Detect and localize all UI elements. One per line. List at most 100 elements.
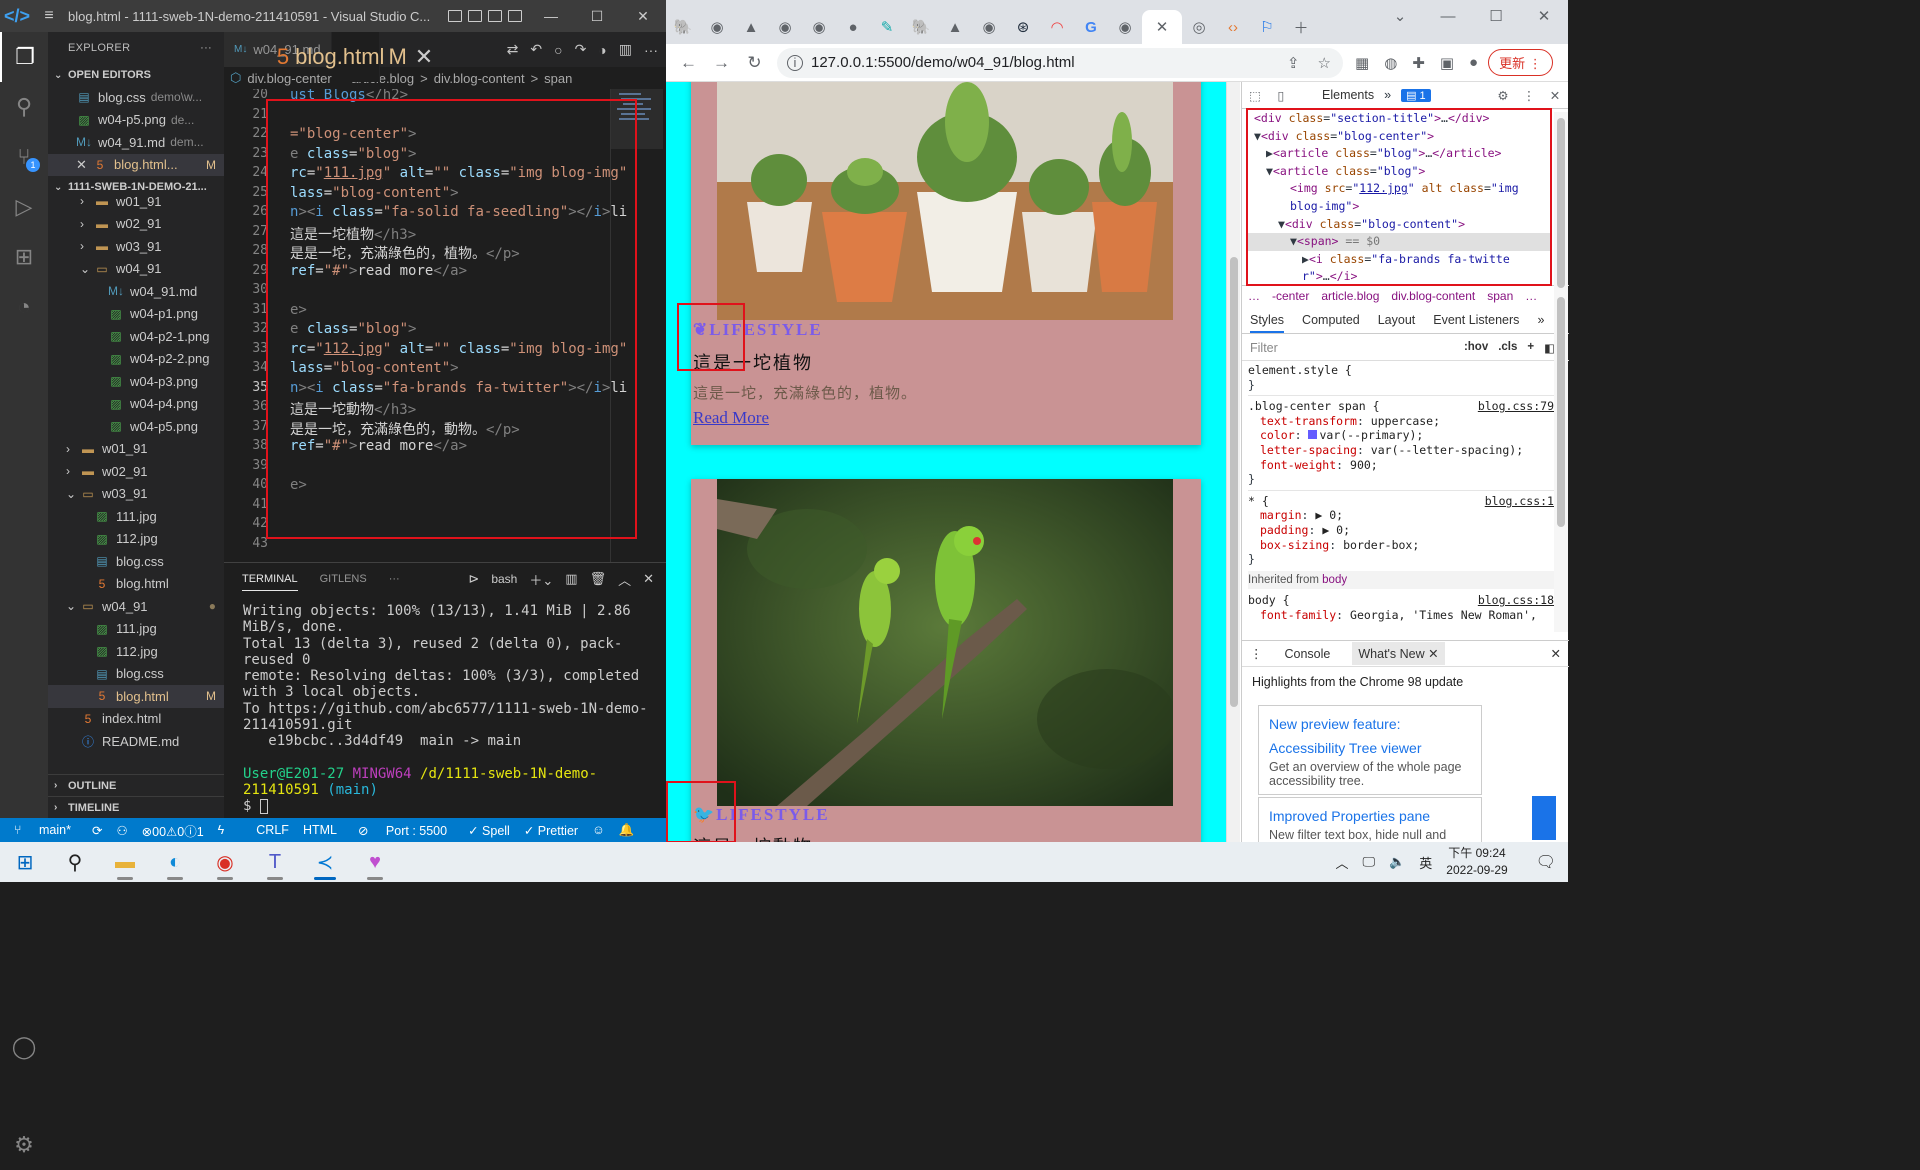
file-item[interactable]: ▤ blog.css bbox=[48, 550, 224, 573]
page-scrollbar[interactable] bbox=[1226, 82, 1240, 842]
gitlens-icon[interactable]: ◔ bbox=[0, 282, 48, 332]
code-line[interactable]: ust Blogs</h2> bbox=[290, 89, 408, 103]
folder-item[interactable]: ⌄ ▭ w04_91 bbox=[48, 258, 224, 281]
file-item[interactable]: ⓘ README.md bbox=[48, 730, 224, 750]
notifications-icon[interactable]: 🔔 bbox=[612, 823, 642, 838]
minimize-button[interactable]: — bbox=[528, 8, 574, 25]
folder-item[interactable]: ⌄ ▭ w04_91 ● bbox=[48, 595, 224, 618]
tab-site[interactable]: ◉ bbox=[1108, 10, 1142, 44]
settings-gear-icon[interactable]: ⚙ bbox=[1490, 88, 1516, 103]
dom-node[interactable]: r">…</i> bbox=[1246, 268, 1551, 286]
tab-search-icon[interactable]: ⌄ bbox=[1376, 7, 1424, 25]
whats-new-card[interactable]: New preview feature: Accessibility Tree … bbox=[1258, 705, 1482, 795]
minimap[interactable] bbox=[610, 89, 663, 562]
account-icon[interactable]: ◯ bbox=[0, 1022, 48, 1072]
extension-icon[interactable]: ▦ bbox=[1355, 54, 1369, 72]
update-button[interactable]: 更新 ⋮ bbox=[1488, 49, 1553, 76]
toggle-sidebar-icon[interactable] bbox=[448, 10, 462, 22]
tab-styles[interactable]: Styles bbox=[1250, 313, 1285, 333]
dom-node[interactable]: ▶<i class="fa-brands fa-twitte bbox=[1246, 251, 1551, 269]
issues-badge[interactable]: ▤ 1 bbox=[1401, 88, 1431, 102]
search-icon[interactable]: ⚲ bbox=[50, 842, 100, 882]
close-icon[interactable]: ✕ bbox=[76, 157, 87, 173]
kebab-menu-icon[interactable]: ⋮ bbox=[1516, 88, 1542, 103]
devtools-scrollbar[interactable] bbox=[1554, 112, 1568, 632]
style-rule-end[interactable]: } bbox=[1248, 472, 1554, 487]
folder-item[interactable]: › ▬ w03_91 bbox=[48, 235, 224, 258]
toggle-panel-icon[interactable] bbox=[468, 10, 482, 22]
folder-item[interactable]: › ▬ w01_91 bbox=[48, 190, 224, 213]
whats-new-card[interactable]: Improved Properties pane New filter text… bbox=[1258, 797, 1482, 843]
maximize-button[interactable]: ☐ bbox=[574, 8, 620, 25]
teams-icon[interactable]: T bbox=[250, 842, 300, 882]
panel-more-icon[interactable]: ··· bbox=[389, 573, 400, 585]
file-item[interactable]: ▨ 112.jpg bbox=[48, 640, 224, 663]
styles-filter[interactable]: Filter :hov .cls + ◧ bbox=[1242, 335, 1569, 361]
start-windows-icon[interactable]: ⊞ bbox=[0, 842, 50, 882]
code-line[interactable]: rc="111.jpg" alt="" class="img blog-img" bbox=[290, 165, 627, 181]
code-line[interactable]: 是是一坨，充滿綠色的，植物。</p> bbox=[290, 243, 520, 263]
live-server-port[interactable]: ⊘ Port : 5500 bbox=[344, 823, 461, 838]
outline-header[interactable]: › OUTLINE bbox=[48, 774, 224, 796]
customize-layout-icon[interactable] bbox=[508, 10, 522, 22]
tab-site[interactable]: ◉ bbox=[700, 10, 734, 44]
folder-item[interactable]: › ▬ w02_91 bbox=[48, 213, 224, 236]
language-status[interactable]: HTML bbox=[296, 823, 344, 837]
file-item[interactable]: ▤ blog.css bbox=[48, 663, 224, 686]
back-icon[interactable]: ← bbox=[672, 53, 705, 73]
file-item[interactable]: ▨ 112.jpg bbox=[48, 528, 224, 551]
notifications-icon[interactable]: 🗨 bbox=[1536, 852, 1556, 872]
file-item[interactable]: 5 blog.html bbox=[48, 573, 224, 596]
compare-icon[interactable]: ⇄ bbox=[507, 41, 519, 58]
branch-status[interactable]: ⑂ main* bbox=[0, 823, 85, 837]
device-toolbar-icon[interactable]: ▯ bbox=[1268, 88, 1294, 103]
folder-item[interactable]: ⌄ ▭ w03_91 bbox=[48, 483, 224, 506]
close-tab-icon[interactable]: ✕ bbox=[415, 44, 433, 70]
tab-evernote[interactable]: 🐘 bbox=[666, 10, 700, 44]
profile-avatar-icon[interactable]: ● bbox=[1469, 54, 1478, 71]
forward-icon[interactable]: → bbox=[705, 53, 738, 73]
cls-button[interactable]: .cls bbox=[1498, 341, 1517, 355]
code-line[interactable]: e class="blog"> bbox=[290, 321, 416, 337]
share-icon[interactable]: ⇪ bbox=[1287, 54, 1300, 72]
tab-elements[interactable]: Elements bbox=[1312, 88, 1384, 102]
go-forward-icon[interactable]: ↷ bbox=[575, 41, 587, 58]
dom-node[interactable]: <img src="112.jpg" alt class="img bbox=[1246, 180, 1551, 198]
tab-whats-new[interactable]: What's New ✕ bbox=[1352, 642, 1445, 665]
ime-indicator[interactable]: 英 bbox=[1419, 853, 1432, 872]
chrome-icon[interactable]: ◉ bbox=[200, 842, 250, 882]
maximize-panel-icon[interactable]: ︿ bbox=[618, 570, 631, 589]
tab-site[interactable]: ▲ bbox=[938, 10, 972, 44]
maximize-button[interactable]: ☐ bbox=[1472, 7, 1520, 25]
webpage-viewport[interactable]: ❦lifestyle 這是一坨植物 這是一坨，充滿綠色的，植物。 Read Mo… bbox=[666, 82, 1226, 842]
lightning-icon[interactable]: ϟ bbox=[211, 823, 232, 837]
menu-icon[interactable]: ≡ bbox=[34, 7, 64, 25]
shell-name[interactable]: bash bbox=[491, 572, 517, 586]
close-devtools-icon[interactable]: ✕ bbox=[1542, 88, 1568, 103]
tab-evernote[interactable]: 🐘 bbox=[904, 10, 938, 44]
open-editor-item[interactable]: ✕ 5 blog.html... M bbox=[48, 153, 224, 176]
minimize-button[interactable]: — bbox=[1424, 8, 1472, 25]
network-icon[interactable]: 🖵 bbox=[1363, 854, 1376, 870]
style-rule[interactable]: element.style { bbox=[1248, 363, 1554, 378]
dom-node[interactable]: <div class="section-title">…</div> bbox=[1246, 110, 1551, 128]
tab-site[interactable]: ‹› bbox=[1216, 10, 1250, 44]
crumb[interactable]: … bbox=[1248, 289, 1260, 303]
dom-node[interactable]: ▶<article class="blog">…</article> bbox=[1246, 145, 1551, 163]
new-rule-button[interactable]: + bbox=[1527, 341, 1534, 355]
open-editor-item[interactable]: ▨ w04-p5.png de... bbox=[48, 109, 224, 132]
timeline-header[interactable]: › TIMELINE bbox=[48, 796, 224, 818]
sync-icon[interactable]: ⟳ bbox=[85, 823, 109, 838]
explorer-icon[interactable]: ❐ bbox=[0, 32, 48, 82]
file-item[interactable]: ▨ w04-p5.png bbox=[48, 415, 224, 438]
tab-site[interactable]: ◉ bbox=[972, 10, 1006, 44]
crumb-blog-center[interactable]: div.blog-center bbox=[247, 71, 331, 86]
search-icon[interactable]: ⚲ bbox=[0, 82, 48, 132]
crumb-blog-content[interactable]: div.blog-content bbox=[434, 71, 525, 86]
tab-active-blog[interactable]: ✕ bbox=[1142, 10, 1182, 44]
crumb[interactable]: span bbox=[1487, 289, 1513, 303]
close-button[interactable]: ✕ bbox=[620, 8, 666, 25]
dom-tree[interactable]: <div class="section-title">…</div> ▼<div … bbox=[1246, 110, 1551, 290]
hov-button[interactable]: :hov bbox=[1464, 341, 1488, 355]
tab-gitlens[interactable]: GITLENS bbox=[320, 573, 367, 585]
